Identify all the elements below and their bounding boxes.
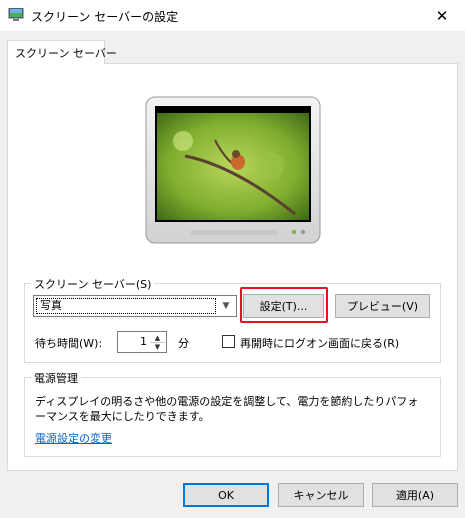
preview-button[interactable]: プレビュー(V) — [335, 294, 430, 318]
screensaver-select[interactable]: 写真 ▼ — [33, 295, 237, 317]
ok-button[interactable]: OK — [183, 483, 269, 507]
tab-screensaver[interactable]: スクリーン セーバー — [7, 40, 117, 64]
settings-button[interactable]: 設定(T)... — [243, 294, 324, 318]
screensaver-group-label: スクリーン セーバー(S) — [31, 276, 155, 292]
spin-down-icon[interactable]: ▼ — [150, 342, 165, 351]
wait-unit: 分 — [178, 337, 189, 350]
power-settings-link[interactable]: 電源設定の変更 — [35, 430, 112, 446]
power-group-label: 電源管理 — [31, 370, 81, 386]
screensaver-app-icon — [8, 8, 24, 21]
window-title: スクリーン セーバーの設定 — [31, 10, 179, 24]
power-description-line2: ーマンスを最大にしたりできます。 — [35, 410, 210, 423]
screensaver-selected-value: 写真 — [36, 298, 216, 314]
screensaver-preview-monitor — [145, 96, 321, 244]
close-icon: ✕ — [435, 6, 449, 25]
title-bar: スクリーン セーバーの設定 ✕ — [0, 0, 465, 31]
power-description-line1: ディスプレイの明るさや他の電源の設定を調整して、電力を節約したりパフォ — [35, 395, 419, 408]
wait-label: 待ち時間(W): — [35, 337, 103, 350]
wait-time-stepper[interactable]: 1 ▲ ▼ — [117, 331, 167, 353]
apply-button[interactable]: 適用(A) — [372, 483, 458, 507]
resume-logon-checkbox[interactable] — [222, 335, 235, 348]
resume-logon-label[interactable]: 再開時にログオン画面に戻る(R) — [240, 335, 399, 351]
tab-screensaver-label: スクリーン セーバー — [15, 47, 117, 60]
close-button[interactable]: ✕ — [419, 0, 465, 31]
chevron-down-icon[interactable]: ▼ — [219, 298, 233, 314]
wait-time-value: 1 — [140, 335, 147, 348]
cancel-button[interactable]: キャンセル — [278, 483, 364, 507]
